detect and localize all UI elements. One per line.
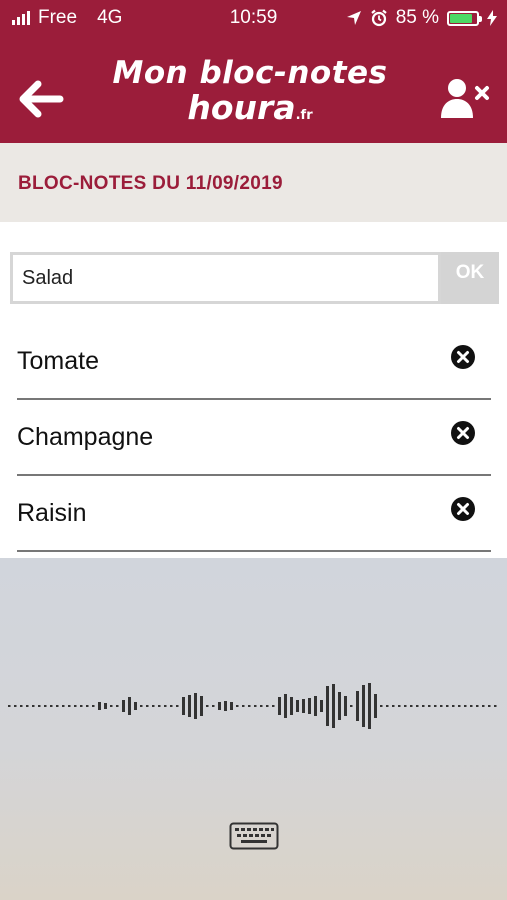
arrow-left-icon [19,80,64,118]
charging-bolt-icon [487,10,497,26]
logo-title: Mon bloc-notes [112,55,388,91]
notes-title-bar: BLOC-NOTES DU 11/09/2019 [0,143,507,222]
app-logo: Mon bloc-notes houra.fr [100,55,400,127]
list-item: Champagne [17,400,491,476]
keyboard-button[interactable] [229,822,279,850]
app-header: Free 4G 10:59 85 % Mon bloc-notes houra.… [0,0,507,143]
logo-brand: houra [187,88,296,127]
remove-item-icon[interactable] [451,421,475,445]
back-button[interactable] [14,76,66,122]
battery-percent: 85 % [395,7,439,28]
keyboard-icon [229,822,279,850]
add-item-row: OK [10,252,499,304]
notes-list: Tomate Champagne Raisin [17,324,491,552]
battery-fill [450,13,473,23]
list-item: Tomate [17,324,491,400]
dictation-panel [0,558,507,900]
alarm-icon [370,9,387,27]
user-remove-icon [441,79,489,118]
notes-title: BLOC-NOTES DU 11/09/2019 [18,173,283,194]
item-label: Champagne [17,423,154,451]
item-label: Tomate [17,347,99,375]
status-bar: Free 4G 10:59 85 % [0,0,507,36]
ok-button[interactable]: OK [441,252,499,304]
waveform-icon [8,683,497,729]
battery-icon [447,10,482,26]
location-arrow-icon [346,11,361,25]
remove-item-icon[interactable] [451,497,475,521]
remove-item-icon[interactable] [451,345,475,369]
item-input[interactable] [10,252,441,304]
logo-tld: .fr [295,108,313,123]
list-item: Raisin [17,476,491,552]
user-remove-button[interactable] [439,74,493,124]
item-label: Raisin [17,499,87,527]
